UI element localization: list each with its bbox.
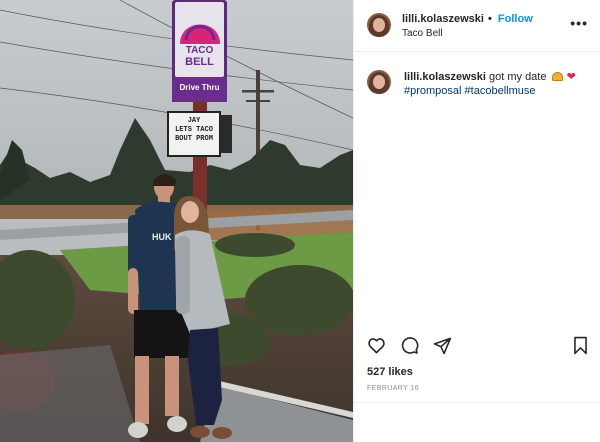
divider: [354, 402, 600, 403]
follow-button[interactable]: Follow: [498, 13, 533, 25]
more-options-icon[interactable]: •••: [570, 15, 588, 31]
post-header: lilli.kolaszewski • Follow Taco Bell •••: [354, 0, 600, 52]
taco-emoji-icon: [551, 72, 563, 81]
like-count[interactable]: 527 likes: [367, 366, 413, 378]
heart-outline-icon[interactable]: [367, 336, 386, 360]
caption-username[interactable]: lilli.kolaszewski: [404, 71, 486, 83]
author-username[interactable]: lilli.kolaszewski: [402, 13, 484, 25]
author-avatar[interactable]: [367, 13, 391, 37]
bookmark-icon[interactable]: [572, 336, 589, 360]
caption-body: got my date: [489, 71, 547, 83]
post-details-panel: lilli.kolaszewski • Follow Taco Bell •••…: [353, 0, 600, 442]
caption-avatar[interactable]: [367, 70, 391, 94]
hashtag-promposal[interactable]: #promposal: [404, 85, 461, 97]
hashtag-tacobellmuse[interactable]: #tacobellmuse: [465, 85, 536, 97]
marquee-line2: LETS TACO: [175, 126, 213, 134]
heart-emoji-icon: ❤: [566, 71, 576, 83]
post-date: FEBRUARY 16: [367, 385, 419, 392]
post-photo[interactable]: TACO BELL Drive Thru JAY LETS TACO BOUT …: [0, 0, 353, 442]
caption-text: lilli.kolaszewski got my date ❤ #prompos…: [404, 70, 594, 98]
sign-brand-line2: BELL: [185, 56, 214, 68]
shirt-logo: HUK: [152, 232, 172, 242]
sign-drive-thru: Drive Thru: [179, 83, 220, 92]
marquee-line1: JAY: [187, 117, 201, 125]
sign-brand-line1: TACO: [185, 45, 214, 56]
location-link[interactable]: Taco Bell: [402, 28, 443, 39]
comment-bubble-icon[interactable]: [400, 336, 419, 360]
paper-plane-icon[interactable]: [433, 336, 452, 360]
author-line: lilli.kolaszewski • Follow: [402, 13, 533, 25]
action-bar: [354, 334, 600, 358]
separator-dot: •: [488, 13, 492, 25]
marquee-line3: BOUT PROM: [175, 135, 213, 143]
